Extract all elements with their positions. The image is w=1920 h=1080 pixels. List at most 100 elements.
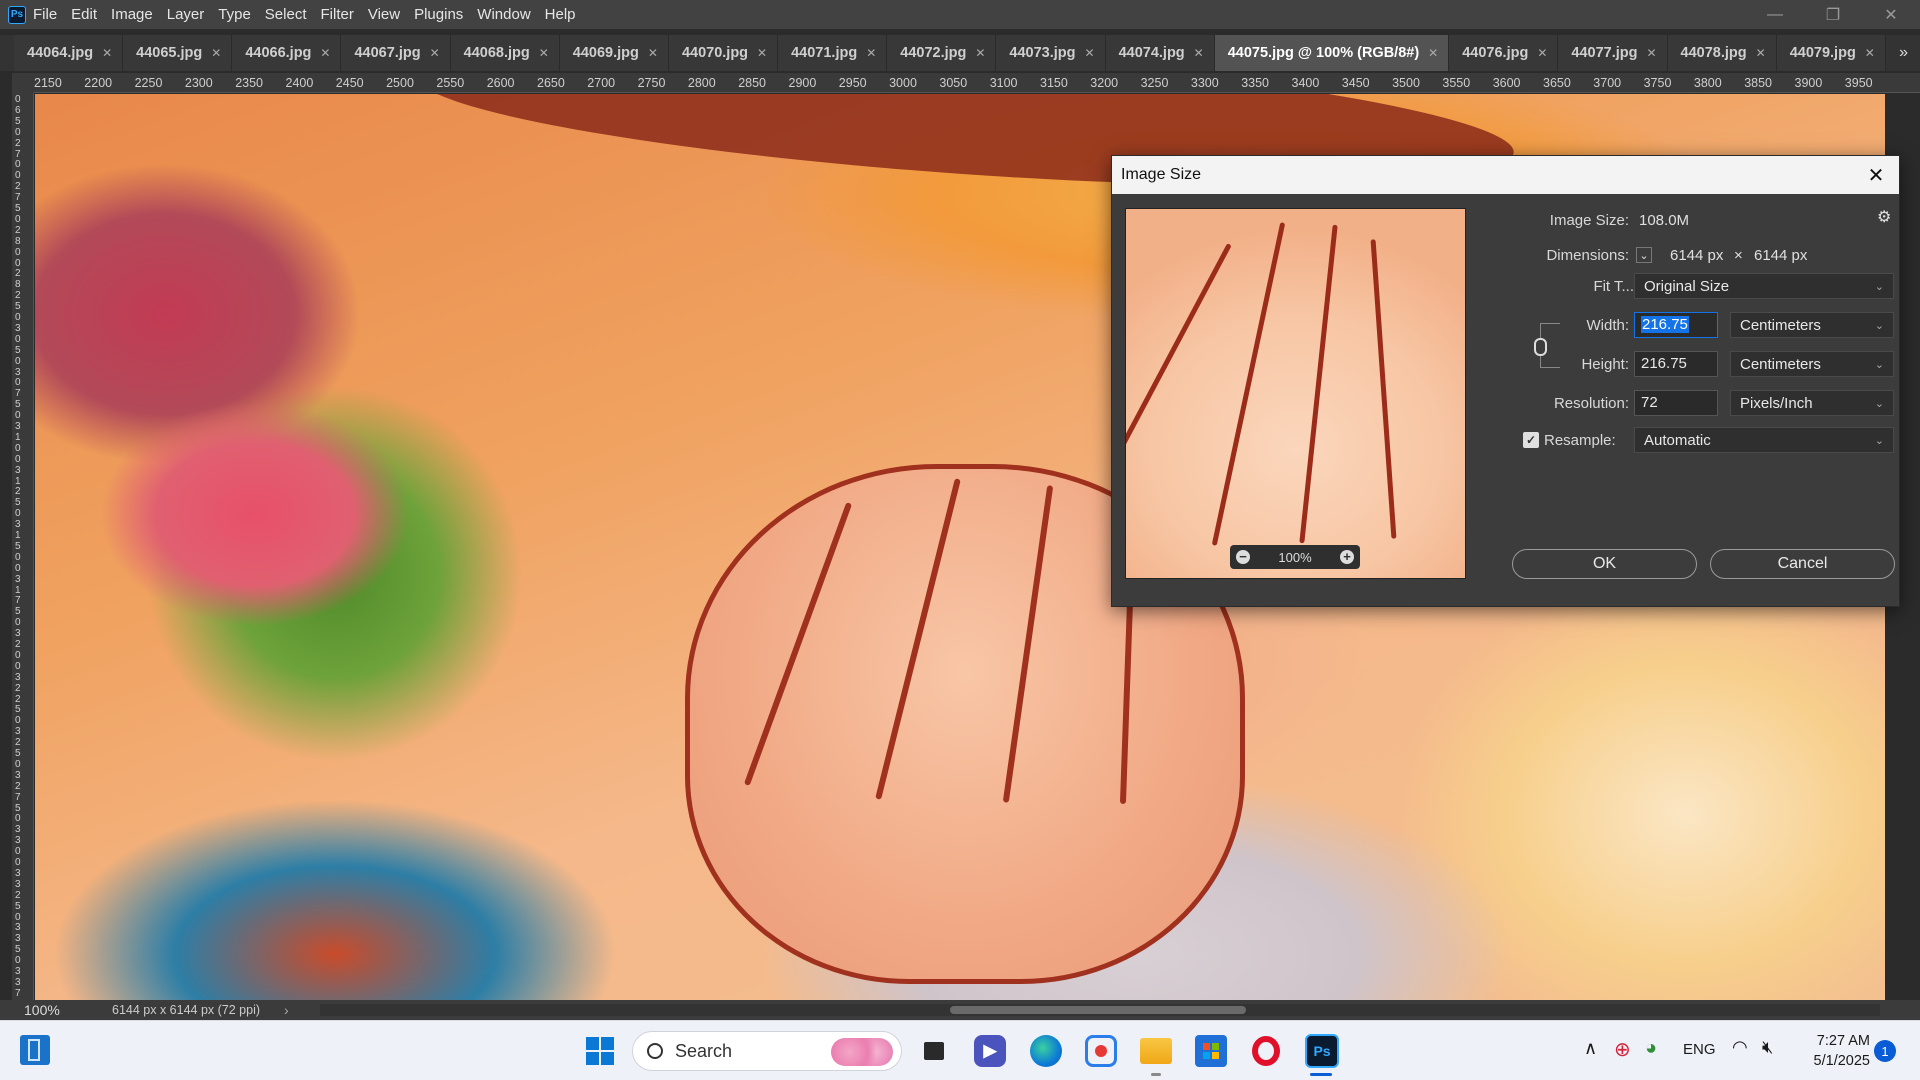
height-input[interactable]: 216.75 [1634,351,1718,377]
tab-close-icon[interactable]: ✕ [102,46,112,60]
horizontal-scrollbar[interactable] [320,1004,1880,1016]
document-tab[interactable]: 44070.jpg ✕ [668,35,779,71]
tray-network-globe-icon[interactable]: ⊕ [1614,1037,1631,1062]
document-tab[interactable]: 44071.jpg ✕ [778,35,888,71]
menu-file[interactable]: File [26,0,64,29]
tab-close-icon[interactable]: ✕ [1537,46,1547,60]
close-window-button[interactable]: ✕ [1862,0,1920,29]
task-view-icon[interactable] [918,1035,950,1067]
dialog-titlebar[interactable]: Image Size ✕ [1112,156,1899,194]
tab-close-icon[interactable]: ✕ [1194,46,1204,60]
restore-button[interactable]: ❐ [1804,0,1862,29]
tray-wifi-icon[interactable]: ◠ [1732,1037,1748,1058]
menu-window[interactable]: Window [470,0,537,29]
ruler-tick-label: 2600 [486,76,515,90]
tab-close-icon[interactable]: ✕ [539,46,549,60]
ruler-vertical[interactable]: 0650270027502800282503050307503100312503… [12,93,34,1000]
ruler-tick-label: 3 [15,769,21,781]
horizontal-scrollbar-thumb[interactable] [950,1006,1246,1014]
tab-close-icon[interactable]: ✕ [320,46,330,60]
resolution-input[interactable]: 72 [1634,390,1718,416]
document-tab[interactable]: 44068.jpg ✕ [450,35,560,71]
ruler-tick-label: 0 [15,508,21,520]
resample-checkbox[interactable]: ✓ [1523,432,1539,448]
notification-badge[interactable]: 1 [1874,1040,1896,1062]
edge-browser-icon[interactable] [1030,1035,1062,1067]
document-tab[interactable]: 44076.jpg ✕ [1449,35,1559,71]
menu-view[interactable]: View [361,0,407,29]
tab-close-icon[interactable]: ✕ [866,46,876,60]
document-tab[interactable]: 44073.jpg ✕ [996,35,1106,71]
ruler-horizontal[interactable]: 2150 2200 2250 2300 2350 2400 2450 2500 2550 2600… [12,73,1920,93]
tab-close-icon[interactable]: ✕ [1428,46,1438,60]
minimize-button[interactable]: — [1746,0,1804,29]
document-tab[interactable]: 44069.jpg ✕ [559,35,669,71]
photoshop-taskbar-icon[interactable]: Ps [1305,1034,1339,1068]
menu-filter[interactable]: Filter [314,0,361,29]
resample-method-select[interactable]: Automatic ⌄ [1634,427,1894,453]
width-unit-select[interactable]: Centimeters ⌄ [1730,312,1894,338]
tab-close-icon[interactable]: ✕ [975,46,985,60]
height-unit-select[interactable]: Centimeters ⌄ [1730,351,1894,377]
document-tab[interactable]: 44077.jpg ✕ [1558,35,1668,71]
document-tab[interactable]: 44066.jpg ✕ [232,35,342,71]
microsoft-store-icon[interactable] [1195,1035,1227,1067]
ruler-tick-label: 3 [15,464,21,476]
tab-close-icon[interactable]: ✕ [1865,46,1875,60]
tray-volume-muted-icon[interactable]: 🔇︎ [1762,1037,1773,1058]
document-tab-label: 44065.jpg [136,45,203,61]
status-menu-chevron-icon[interactable]: › [284,1002,289,1018]
taskbar-clock[interactable]: 7:27 AM 5/1/2025 [1800,1031,1870,1071]
document-tab[interactable]: 44074.jpg ✕ [1105,35,1215,71]
menu-type[interactable]: Type [211,0,258,29]
zoom-in-icon[interactable]: + [1340,550,1354,564]
file-explorer-icon[interactable] [1140,1038,1172,1064]
dimensions-unit-chevron-icon[interactable]: ⌄ [1636,247,1652,263]
tab-close-icon[interactable]: ✕ [1756,46,1766,60]
zoom-out-icon[interactable]: − [1236,550,1250,564]
constrain-proportions-link-icon[interactable] [1534,338,1547,356]
menu-help[interactable]: Help [538,0,583,29]
start-windows-icon[interactable] [584,1035,616,1067]
document-tab[interactable]: 44065.jpg ✕ [123,35,233,71]
lens-app-icon[interactable] [1085,1035,1117,1067]
tab-close-icon[interactable]: ✕ [430,46,440,60]
tab-close-icon[interactable]: ✕ [648,46,658,60]
document-tab[interactable]: 44067.jpg ✕ [341,35,451,71]
fit-to-select[interactable]: Original Size ⌄ [1634,273,1894,299]
document-tab[interactable]: 44072.jpg ✕ [887,35,997,71]
taskbar-search-box[interactable]: Search [632,1031,902,1071]
document-tab[interactable]: 44079.jpg ✕ [1776,35,1886,71]
tab-close-icon[interactable]: ✕ [1646,46,1656,60]
cancel-button[interactable]: Cancel [1710,549,1895,579]
width-input[interactable]: 216.75 [1634,312,1718,338]
tray-earth-icon[interactable]: ◕ [1645,1037,1657,1060]
tab-close-icon[interactable]: ✕ [757,46,767,60]
ok-button[interactable]: OK [1512,549,1697,579]
dialog-close-icon[interactable]: ✕ [1861,160,1891,190]
tab-close-icon[interactable]: ✕ [211,46,221,60]
resolution-unit-select[interactable]: Pixels/Inch ⌄ [1730,390,1894,416]
tray-language[interactable]: ENG [1683,1041,1716,1058]
menu-select[interactable]: Select [258,0,314,29]
opera-browser-icon[interactable] [1250,1035,1282,1067]
menu-edit[interactable]: Edit [64,0,104,29]
document-tab[interactable]: 44064.jpg ✕ [14,35,124,71]
menu-plugins[interactable]: Plugins [407,0,470,29]
ruler-tick-label: 0 [15,911,21,923]
document-tab[interactable]: 44075.jpg @ 100% (RGB/8#) ✕ [1214,35,1450,71]
ruler-tick-label: 0 [15,410,21,422]
meet-chat-icon[interactable]: ▶ [974,1035,1006,1067]
image-preview[interactable]: − 100% + [1125,208,1466,579]
tab-overflow-chevron-icon[interactable]: » [1899,35,1908,71]
status-zoom-level[interactable]: 100% [0,1002,70,1018]
tab-close-icon[interactable]: ✕ [1085,46,1095,60]
ruler-tick-label: 7 [15,987,21,999]
menu-layer[interactable]: Layer [160,0,212,29]
settings-gear-icon[interactable]: ⚙ [1877,207,1891,227]
tray-overflow-chevron-icon[interactable]: ∧ [1584,1038,1597,1059]
widgets-icon[interactable] [20,1035,50,1065]
document-tab[interactable]: 44078.jpg ✕ [1667,35,1777,71]
photoshop-logo-icon[interactable]: Ps [8,5,26,24]
menu-image[interactable]: Image [104,0,160,29]
